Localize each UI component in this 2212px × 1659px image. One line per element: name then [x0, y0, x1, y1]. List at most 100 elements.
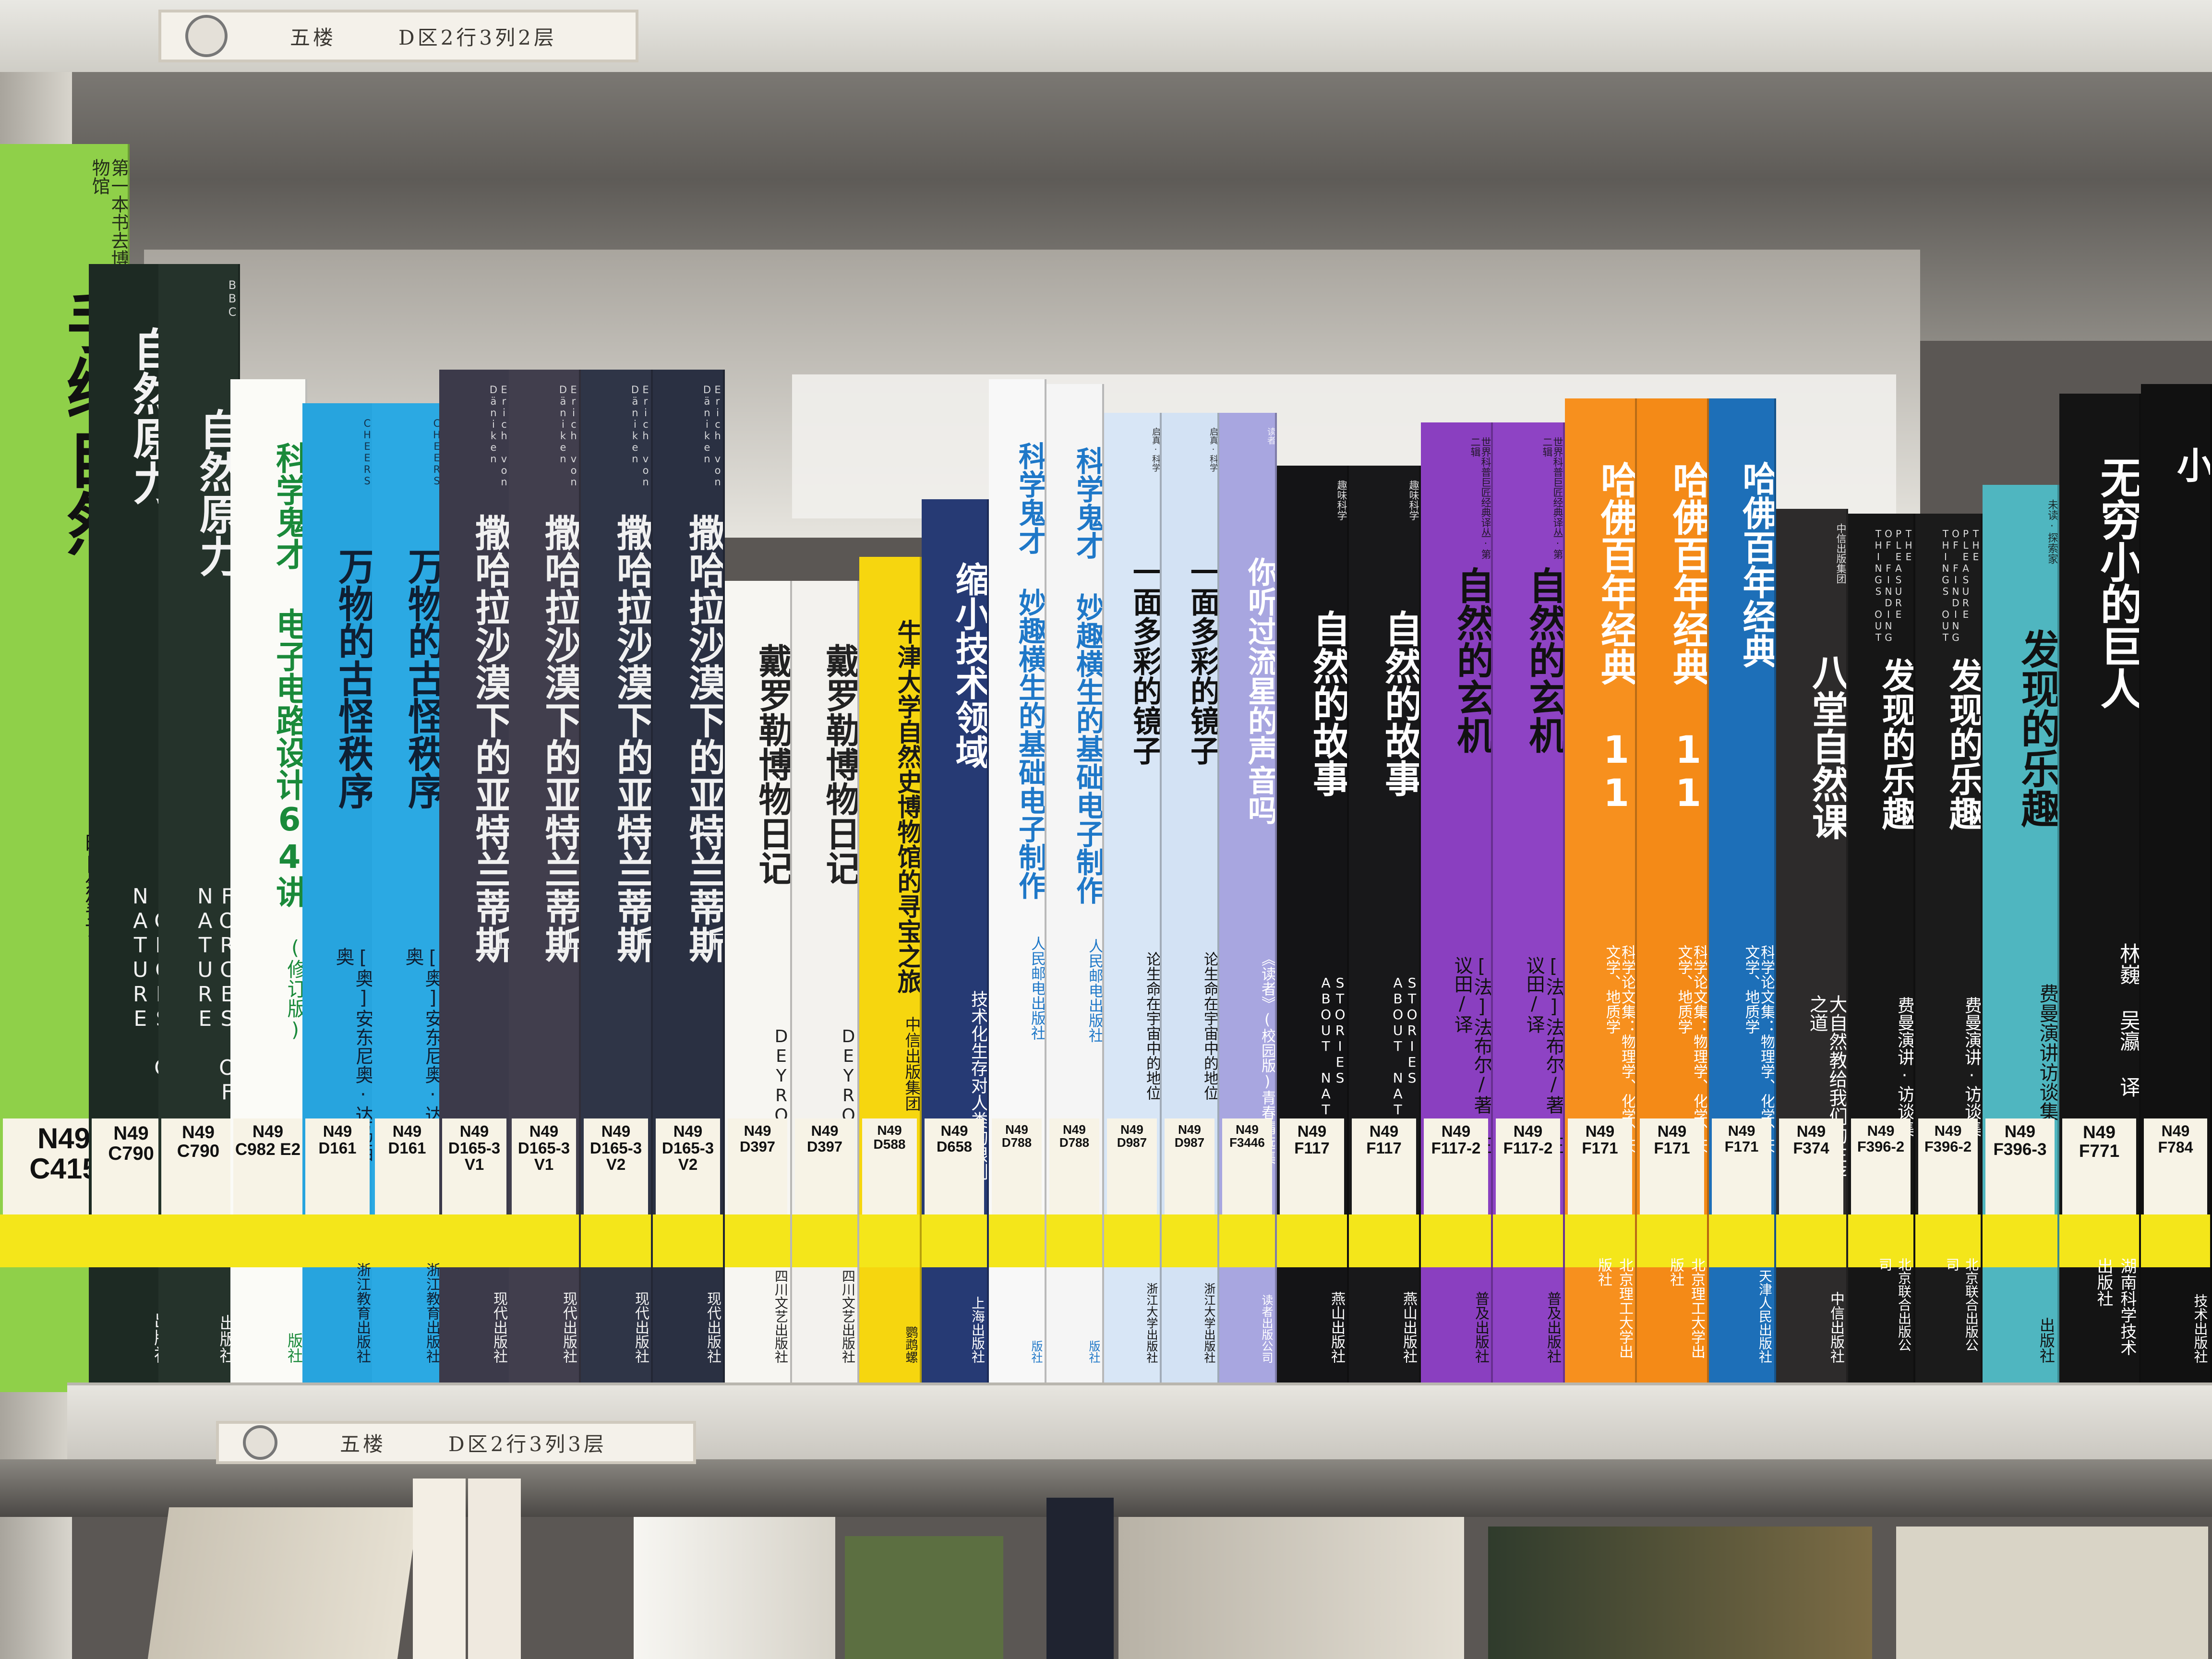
lower-book	[1896, 1527, 2208, 1659]
yellow-band	[302, 1214, 373, 1267]
bookshelf-photo: 五楼 D区2行3列2层 第一本书去博物馆手绘自然一本可以绘画·收集和成长的自然笔…	[0, 0, 2212, 1659]
book-subtitle: 上	[489, 932, 509, 950]
book-publisher: 中信出版社	[1827, 1291, 1844, 1363]
book-spine[interactable]: 缩小技术领域 技术化生存对人类的限制 N49 D658 上海出版社	[922, 499, 989, 1392]
book-spine[interactable]: CHEERS 万物的古怪秩序 [奥]安东尼奥·达马西奥 N49 D161 浙江教育出版社	[372, 403, 444, 1392]
book-publisher: 现代出版社	[704, 1291, 721, 1363]
call-number-label: N49 D161	[305, 1118, 370, 1219]
book-spine[interactable]: 读者 你听过流星的声音吗 《读者》(校园版)青春精选集 N49 F3446 读者出版公司	[1219, 413, 1277, 1392]
book-series: 中信出版集团	[1835, 523, 1846, 584]
book-spine[interactable]: 科学鬼才 妙趣横生的基础电子制作 人民邮电出版社 N49 D788 版社	[989, 379, 1046, 1392]
book-title: 自然原力	[192, 408, 240, 577]
book-title: 自然的故事	[1379, 610, 1421, 797]
call-number-label: N49 D987	[1107, 1118, 1157, 1219]
lower-book	[845, 1536, 1003, 1659]
book-spine[interactable]: 未读·探索家 发现的乐趣 费曼演讲访谈集 N49 F396-3 出版社	[1983, 485, 2059, 1392]
yellow-band	[1709, 1214, 1774, 1267]
book-title: 牛津大学自然史博物馆的寻宝之旅	[893, 619, 922, 994]
book-publisher: 四川文艺出版社	[773, 1269, 789, 1363]
book-publisher: 现代出版社	[632, 1291, 649, 1363]
book-spine[interactable]: 哈佛百年经典 科学论文集：物理学、化学、天文学、地质学 N49 F171 天津人民出版…	[1709, 398, 1776, 1392]
call-number-label: N49 F396-2	[1851, 1118, 1911, 1219]
book-series: Erich von Däniken	[701, 384, 723, 488]
shelf-floor: 五楼	[290, 25, 337, 49]
book-title: 小	[2171, 446, 2212, 483]
book-spine[interactable]: Erich von Däniken 撒哈拉沙漠下的亚特兰蒂斯下 N49 D165-3…	[581, 370, 653, 1392]
book-spine[interactable]: 戴罗勒博物日记 DEYROLLE N49 D397 四川文艺出版社	[792, 581, 859, 1392]
book-series: Erich von Däniken	[557, 384, 579, 488]
call-number-label: N49 D165-3 V1	[512, 1118, 576, 1219]
yellow-band	[1219, 1214, 1275, 1267]
book-spine[interactable]: 科学鬼才 电子电路设计64讲 (修订版) N49 C982 E2 版社	[230, 379, 307, 1392]
yellow-band	[1349, 1214, 1419, 1267]
book-spine[interactable]: 科学鬼才 妙趣横生的基础电子制作 人民邮电出版社 N49 D788 版社	[1046, 384, 1104, 1392]
yellow-band	[439, 1214, 509, 1267]
call-number-label: N49 F117	[1352, 1118, 1416, 1219]
book-spine[interactable]: THE PLEASURE OF FINDING THINGS OUT 发现的乐趣费…	[1848, 514, 1915, 1392]
book-publisher: 版社	[285, 1333, 303, 1363]
book-title: 你听过流星的声音吗	[1243, 557, 1277, 825]
book-spine[interactable]: 哈佛百年经典 11 科学论文集：物理学、化学、天文学、地质学 N49 F171 北京理…	[1637, 398, 1709, 1392]
call-number-label: N49 C982 E2	[233, 1118, 302, 1219]
call-number-label: N49 D658	[925, 1118, 984, 1219]
book-subtitle: 下	[631, 932, 651, 950]
book-series: 启真·科学	[1151, 427, 1160, 472]
book-spine[interactable]: 哈佛百年经典 11 科学论文集：物理学、化学、天文学、地质学 N49 F171 北京理…	[1565, 398, 1637, 1392]
book-series: 世界科普巨匠经典译丛·第二辑	[1541, 437, 1563, 559]
book-spine[interactable]: 趣味科学 自然的故事 STORIES ABOUT NATURE N49 F117 燕山出…	[1277, 466, 1349, 1392]
book-publisher: 版社	[1029, 1340, 1043, 1363]
book-subtitle: 下	[703, 932, 723, 950]
book-publisher: 版社	[1087, 1340, 1100, 1363]
book-spine[interactable]: 世界科普巨匠经典译丛·第二辑 自然的玄机 [法]法布尔/著 王议田/译 N49 F11…	[1421, 422, 1493, 1392]
book-spine[interactable]: 小 N49 F784 技术出版社	[2141, 384, 2212, 1392]
shelf-floor: 五楼	[340, 1432, 386, 1456]
book-publisher: 湖南科学技术出版社	[2094, 1258, 2137, 1356]
yellow-band	[1104, 1214, 1160, 1267]
call-number-label: N49 D161	[375, 1118, 439, 1219]
book-title: 八堂自然课	[1806, 653, 1848, 840]
book-title: 科学鬼才 妙趣横生的基础电子制作	[1014, 442, 1046, 900]
call-number-label: N49 F396-2	[1918, 1118, 1978, 1219]
yellow-band	[581, 1214, 651, 1267]
book-spine[interactable]: BBC 自然原力 FORCES OF NATURE N49 C790 出版社	[158, 264, 240, 1392]
book-spine[interactable]: 中信出版集团 八堂自然课 大自然教给我们的生存之道 N49 F374 中信出版社	[1776, 509, 1848, 1392]
book-spine[interactable]: THE PLEASURE OF FINDING THINGS OUT 发现的乐趣费…	[1915, 514, 1983, 1392]
book-spine[interactable]: Erich von Däniken 撒哈拉沙漠下的亚特兰蒂斯下 N49 D165-3…	[653, 370, 725, 1392]
book-title: 一面多彩的镜子	[1128, 557, 1162, 765]
book-title: 无穷小的巨人	[2093, 456, 2141, 709]
yellow-band	[859, 1214, 920, 1267]
book-spine[interactable]: 牛津大学自然史博物馆的寻宝之旅 中信出版集团 N49 D588 鹦鹉螺	[859, 557, 922, 1392]
book-title: 科学鬼才 电子电路设计64讲	[271, 442, 307, 908]
book-spine[interactable]: 趣味科学 自然的故事 STORIES ABOUT NATURE N49 F117 燕山出…	[1349, 466, 1421, 1392]
book-subtitle: 费曼演讲·访谈集	[1962, 997, 1981, 1137]
book-title: 哈佛百年经典 11	[1595, 461, 1637, 815]
yellow-band	[922, 1214, 987, 1267]
call-number-label: N49 F771	[2062, 1118, 2136, 1219]
book-spine[interactable]: 启真·科学 一面多彩的镜子 论生命在宇宙中的地位 N49 D987 浙江大学出版社	[1104, 413, 1162, 1392]
book-spine[interactable]: 无穷小的巨人 林巍 吴瀛 译 N49 F771 湖南科学技术出版社	[2059, 394, 2141, 1392]
book-title: 撒哈拉沙漠下的亚特兰蒂斯	[539, 514, 581, 963]
book-spine[interactable]: CHEERS 万物的古怪秩序 [奥]安东尼奥·达马西奥 N49 D161 浙江教育出版社	[302, 403, 374, 1392]
book-series: 启真·科学	[1208, 427, 1217, 472]
call-number-label: N49 D987	[1165, 1118, 1214, 1219]
book-publisher: 上海出版社	[970, 1296, 986, 1363]
call-number-label: N49 D588	[862, 1118, 917, 1219]
yellow-band	[1046, 1214, 1102, 1267]
book-series: 未读·探索家	[2046, 499, 2057, 564]
call-number-label: N49 F396-3	[1985, 1118, 2055, 1219]
call-number-label: N49 D397	[795, 1118, 854, 1219]
book-spine[interactable]: 启真·科学 一面多彩的镜子 论生命在宇宙中的地位 N49 D987 浙江大学出版社	[1162, 413, 1219, 1392]
book-publisher: 现代出版社	[491, 1291, 507, 1363]
book-spine[interactable]: Erich von Däniken 撒哈拉沙漠下的亚特兰蒂斯上 N49 D165-3…	[439, 370, 511, 1392]
book-publisher: 普及出版社	[1544, 1291, 1561, 1363]
yellow-band	[158, 1214, 238, 1267]
book-spine[interactable]: 戴罗勒博物日记 DEYROLLE N49 D397 四川文艺出版社	[725, 581, 792, 1392]
book-subtitle: 上	[559, 932, 579, 950]
book-subtitle: 费曼演讲访谈集	[2036, 984, 2057, 1121]
book-spine[interactable]: Erich von Däniken 撒哈拉沙漠下的亚特兰蒂斯上 N49 D165-3…	[509, 370, 581, 1392]
book-spine[interactable]: 世界科普巨匠经典译丛·第二辑 自然的玄机 [法]法布尔/著 王议田/译 N49 F11…	[1493, 422, 1565, 1392]
book-publisher: 浙江教育出版社	[423, 1262, 440, 1363]
yellow-band	[792, 1214, 857, 1267]
call-number-label: N49 F171	[1640, 1118, 1704, 1219]
lower-book	[413, 1479, 466, 1659]
